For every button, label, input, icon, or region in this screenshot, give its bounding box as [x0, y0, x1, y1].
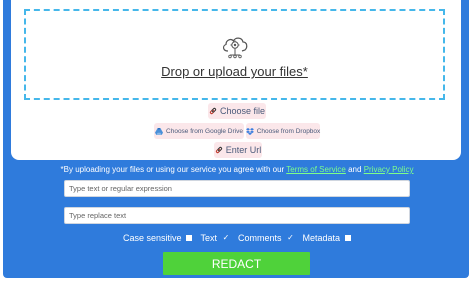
option-text: Text ✓ [200, 233, 230, 243]
choose-file-label: Choose file [219, 106, 266, 116]
dropbox-label: Choose from Dropbox [256, 127, 321, 135]
upload-card: Drop or upload your files* Choose file C… [11, 0, 461, 160]
case-sensitive-label: Case sensitive [122, 233, 182, 243]
metadata-label: Metadata [302, 233, 341, 243]
terms-prefix: *By uploading your files or using our se… [60, 165, 285, 174]
choose-file-button[interactable]: Choose file [208, 103, 266, 119]
replace-text-input[interactable] [64, 207, 410, 224]
metadata-checkbox[interactable] [345, 235, 352, 241]
file-dropzone[interactable]: Drop or upload your files* [24, 9, 445, 100]
link-icon [209, 107, 217, 115]
option-case-sensitive: Case sensitive [123, 233, 193, 243]
case-sensitive-checkbox[interactable] [186, 235, 193, 241]
dropzone-label[interactable]: Drop or upload your files* [161, 64, 308, 79]
google-drive-button[interactable]: Choose from Google Drive [154, 123, 244, 139]
enter-url-label: Enter Url [225, 145, 262, 155]
cloud-gear-icon [222, 37, 247, 59]
privacy-policy-link[interactable]: Privacy Policy [364, 165, 414, 174]
dropbox-button[interactable]: Choose from Dropbox [245, 123, 321, 139]
terms-and: and [348, 165, 362, 174]
comments-checkbox[interactable]: ✓ [287, 234, 295, 242]
terms-notice: *By uploading your files or using our se… [0, 165, 474, 174]
terms-of-service-link[interactable]: Terms of Service [286, 165, 346, 174]
dropbox-icon [245, 127, 254, 135]
option-comments: Comments ✓ [238, 233, 295, 243]
text-label: Text [200, 233, 217, 243]
redact-button[interactable]: REDACT [163, 252, 310, 275]
text-checkbox[interactable]: ✓ [222, 234, 230, 242]
search-text-input[interactable] [64, 180, 410, 197]
google-drive-icon [155, 127, 164, 135]
google-drive-label: Choose from Google Drive [166, 127, 243, 135]
option-metadata: Metadata [303, 233, 352, 243]
comments-label: Comments [238, 233, 282, 243]
redaction-options: Case sensitive Text ✓ Comments ✓ Metadat… [0, 233, 474, 243]
link-icon [215, 146, 222, 154]
enter-url-button[interactable]: Enter Url [214, 142, 262, 158]
